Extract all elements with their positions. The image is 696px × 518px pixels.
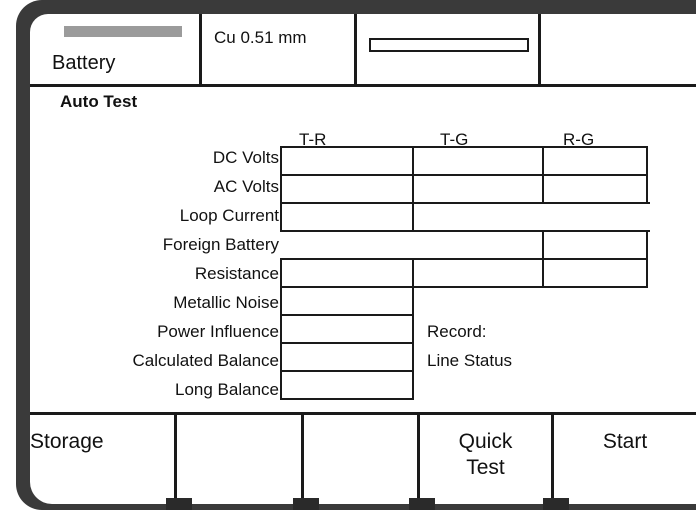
storage-softkey[interactable]: Storage [30, 415, 177, 504]
softkey-bar: Storage Quick Test Start [30, 412, 696, 504]
result-ac-volts-rg [542, 174, 648, 204]
storage-softkey-label: Storage [30, 430, 104, 453]
start-softkey[interactable]: Start [554, 415, 696, 504]
record-label: Record: [427, 322, 487, 341]
result-dc-volts-rg [542, 146, 648, 176]
result-power-influence-tr [280, 314, 414, 344]
progress-indicator [369, 38, 529, 52]
quick-test-label-line1: Quick [458, 430, 513, 453]
result-ac-volts-tr [280, 174, 414, 204]
result-ac-volts-tg [412, 174, 544, 204]
start-softkey-label: Start [602, 430, 648, 453]
quick-test-softkey[interactable]: Quick Test [420, 415, 554, 504]
quick-test-label-line2: Test [466, 456, 505, 479]
device-screen: Battery Cu 0.51 mm Auto Test T-R T-G R-G… [30, 14, 696, 504]
result-metallic-noise-tr [280, 286, 414, 316]
result-long-balance-tr [280, 370, 414, 400]
result-foreign-battery-tg [412, 230, 544, 260]
status-empty-cell [541, 14, 696, 84]
row-label-metallic-noise: Metallic Noise [173, 293, 279, 312]
result-calculated-balance-tr [280, 342, 414, 372]
result-loop-current-span [412, 202, 650, 232]
result-loop-current-tr [280, 202, 414, 232]
result-resistance-rg [542, 258, 648, 288]
row-labels: DC Volts AC Volts Loop Current Foreign B… [30, 14, 279, 414]
result-foreign-battery-rg [542, 230, 648, 260]
row-label-loop-current: Loop Current [179, 206, 279, 225]
result-resistance-tr [280, 258, 414, 288]
row-label-power-influence: Power Influence [157, 322, 279, 341]
row-label-long-balance: Long Balance [175, 380, 279, 399]
softkey-3-blank[interactable] [304, 415, 420, 504]
result-dc-volts-tr [280, 146, 414, 176]
line-status-label: Line Status [427, 351, 513, 370]
progress-cell [357, 14, 541, 84]
row-label-resistance: Resistance [194, 264, 279, 283]
softkey-tick-marks [30, 498, 696, 510]
row-label-dc-volts: DC Volts [212, 148, 279, 167]
result-resistance-tg [412, 258, 544, 288]
row-label-ac-volts: AC Volts [213, 177, 279, 196]
row-label-calculated-balance: Calculated Balance [132, 351, 279, 370]
softkey-2-blank[interactable] [177, 415, 304, 504]
row-label-foreign-battery: Foreign Battery [162, 235, 279, 254]
result-dc-volts-tg [412, 146, 544, 176]
